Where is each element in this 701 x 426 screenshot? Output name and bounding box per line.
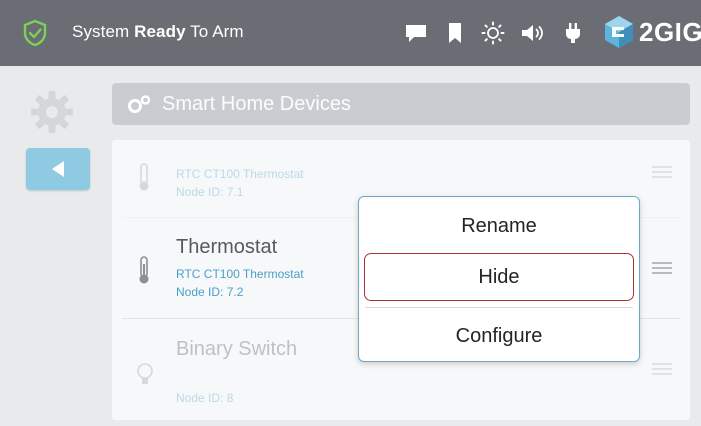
status-bar: System Ready To Arm 2GIG [0, 0, 701, 66]
brand-name: 2GIG [639, 16, 701, 47]
menu-divider [365, 307, 633, 308]
thermostat-icon [139, 163, 149, 191]
hide-menu-item[interactable]: Hide [364, 253, 634, 301]
power-plug-icon[interactable] [558, 18, 588, 48]
section-header: Smart Home Devices [112, 83, 690, 125]
arm-status-text[interactable]: System Ready To Arm [72, 22, 244, 42]
configure-menu-item[interactable]: Configure [359, 325, 639, 348]
back-arrow-icon [52, 161, 64, 177]
smart-home-gears-icon [128, 95, 151, 113]
device-name: Binary Switch [176, 338, 298, 360]
volume-icon[interactable] [518, 18, 548, 48]
brightness-icon[interactable] [478, 18, 508, 48]
device-model: RTC CT100 Thermostat [176, 267, 304, 281]
row-menu-icon[interactable] [652, 363, 672, 379]
back-button[interactable] [26, 148, 90, 190]
rename-menu-item[interactable]: Rename [359, 215, 639, 238]
row-menu-icon[interactable] [652, 166, 672, 182]
shield-check-icon[interactable] [22, 19, 48, 47]
message-icon[interactable] [401, 18, 431, 48]
device-node-id: Node ID: 7.1 [176, 185, 244, 199]
brand-logo: 2GIG [603, 14, 701, 50]
lightbulb-icon [137, 363, 153, 384]
brand-cube-icon [605, 16, 633, 48]
thermostat-icon [139, 256, 149, 284]
settings-gear-icon[interactable] [28, 88, 76, 136]
row-menu-icon[interactable] [652, 262, 672, 278]
bookmark-icon[interactable] [440, 18, 470, 48]
device-context-menu: Rename Hide Configure [358, 196, 640, 362]
device-model: RTC CT100 Thermostat [176, 167, 304, 181]
device-node-id: Node ID: 8 [176, 391, 234, 405]
device-node-id: Node ID: 7.2 [176, 285, 244, 299]
device-name: Thermostat [176, 236, 278, 258]
page-title: Smart Home Devices [162, 92, 351, 115]
